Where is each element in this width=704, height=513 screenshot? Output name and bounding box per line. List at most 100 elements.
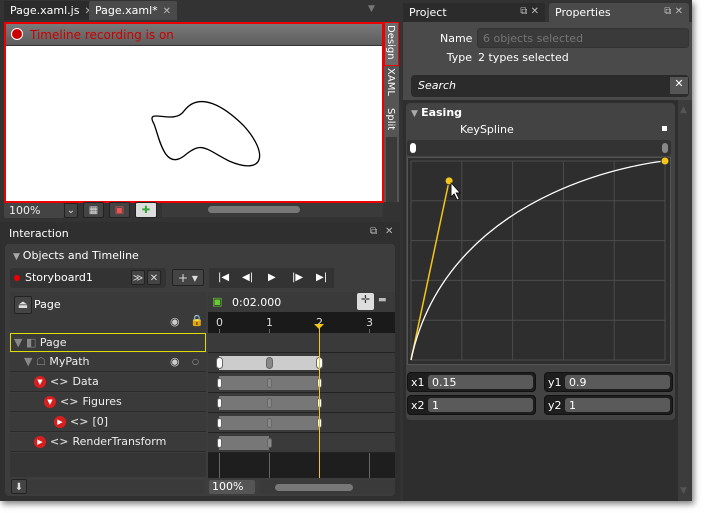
keyframe[interactable] [216, 438, 222, 448]
record-icon[interactable] [11, 28, 23, 40]
last-frame-icon[interactable]: ▶| [316, 268, 327, 288]
ruler-tick-label: 3 [366, 316, 373, 329]
timeline-scrollbar[interactable] [260, 480, 395, 494]
close-storyboard-icon[interactable]: ✕ [147, 270, 161, 285]
expand-icon[interactable]: ▼ [34, 376, 46, 388]
ruler-icon[interactable]: ▬ [378, 295, 387, 305]
section-title: Easing [421, 106, 463, 119]
keyframe[interactable] [265, 357, 273, 369]
keyframe[interactable] [216, 418, 222, 428]
field-value[interactable]: 1 [428, 398, 533, 412]
property-icon: <> [50, 375, 69, 388]
playhead-handle[interactable] [314, 324, 324, 334]
tab-page-xaml[interactable]: Page.xaml* ✕ [89, 1, 178, 20]
control-point-2[interactable] [660, 157, 670, 166]
keyframe[interactable] [266, 398, 272, 408]
close-icon[interactable]: ✕ [385, 226, 393, 237]
timeline-header: ▣ 0:02.000 ✛ ▬ [208, 292, 395, 312]
tree-scrollbar[interactable] [28, 480, 204, 494]
timeline-zoom-input[interactable]: 100% [209, 480, 255, 494]
scope-up-icon[interactable]: ⏏ [14, 296, 32, 314]
time-display[interactable]: 0:02.000 [232, 296, 281, 309]
tree-item-figure-0[interactable]: ▶ <> [0] [10, 413, 206, 432]
blend-window: Page.xaml.js✕ Page.xaml*✕ ▼ Timeline rec… [0, 0, 692, 501]
tab-xaml[interactable]: XAML [385, 68, 396, 96]
search-input[interactable]: Search ✕ [411, 75, 689, 97]
property-icon: <> [70, 415, 89, 428]
popout-close-icons[interactable]: ⧉ ✕ [664, 6, 683, 17]
name-input[interactable] [477, 28, 689, 48]
lock-toggle-icon[interactable]: ○ [192, 353, 199, 371]
type-label: Type [446, 51, 472, 64]
popout-close-icons[interactable]: ⧉ ✕ [520, 6, 539, 17]
timeline[interactable]: ▣ 0:02.000 ✛ ▬ 0123 [208, 292, 395, 478]
tree-item-figures[interactable]: ▼ <> Figures [10, 393, 206, 412]
field-x2[interactable]: x2 1 [407, 395, 536, 415]
eye-icon[interactable]: ◉ [170, 315, 180, 328]
recording-text: Timeline recording is on [30, 28, 174, 42]
tree-item-page[interactable]: ▼ ◧ Page [10, 333, 206, 352]
field-y1[interactable]: y1 0.9 [544, 372, 673, 392]
field-value[interactable]: 1 [565, 398, 670, 412]
keyframe[interactable] [216, 378, 222, 388]
field-value[interactable]: 0.15 [428, 375, 533, 389]
play-icon[interactable]: ▶ [268, 268, 276, 288]
field-x1[interactable]: x1 0.15 [407, 372, 536, 392]
advanced-options-icon[interactable] [662, 126, 667, 131]
zoom-input[interactable]: 100% [4, 203, 64, 218]
vertical-scrollbar[interactable] [386, 137, 397, 202]
grid-icon[interactable]: ▦ [83, 202, 104, 218]
keyframe[interactable] [266, 418, 272, 428]
tab-project[interactable]: Project ⧉ ✕ [403, 3, 545, 22]
property-icon: <> [50, 435, 69, 448]
clear-search-icon[interactable]: ✕ [670, 77, 688, 94]
keyframe[interactable] [266, 378, 272, 388]
snap-icon[interactable]: ▣ [109, 202, 130, 218]
name-label: Name [440, 32, 473, 45]
tab-split[interactable]: Split [385, 108, 396, 130]
zoom-dropdown-button[interactable]: ⌄ [64, 203, 78, 218]
expand-icon[interactable]: ▶ [54, 416, 66, 428]
section-title: Objects and Timeline [22, 249, 139, 262]
first-frame-icon[interactable]: |◀ [218, 268, 229, 288]
popout-icon[interactable]: ⧉ [370, 226, 377, 237]
tree-item-rendertransform[interactable]: ▶ <> RenderTransform [10, 433, 206, 452]
properties-scrollbar[interactable]: ▲ ▼ [678, 100, 692, 501]
keyframe[interactable] [215, 357, 223, 369]
expand-icon[interactable]: ▼ [44, 396, 56, 408]
section-header[interactable]: ▼ Objects and Timeline [13, 249, 139, 262]
scope-down-icon[interactable]: ⬇ [11, 479, 27, 494]
easing-header[interactable]: ▼ Easing [411, 106, 462, 119]
keyspline-editor[interactable] [407, 157, 671, 365]
horizontal-scrollbar[interactable] [162, 203, 383, 217]
scope-name: Page [34, 298, 61, 311]
keyframe[interactable] [266, 438, 272, 448]
expand-icon[interactable]: ▶ [34, 436, 46, 448]
tab-properties[interactable]: Properties ⧉ ✕ [549, 3, 689, 22]
playhead[interactable] [319, 324, 320, 478]
artboard[interactable]: Timeline recording is on [4, 22, 384, 203]
mypath-shape[interactable] [6, 46, 382, 201]
record-keyframe-icon[interactable]: ▣ [212, 295, 222, 308]
effects-toggle-icon[interactable]: ✚ [135, 202, 157, 218]
animation-span[interactable] [219, 436, 269, 450]
close-icon[interactable]: ✕ [163, 6, 171, 17]
keyspline-slider[interactable] [407, 140, 671, 156]
next-frame-icon[interactable]: |▶ [292, 268, 303, 288]
field-y2[interactable]: y2 1 [544, 395, 673, 415]
tab-design[interactable]: Design [384, 22, 399, 66]
field-value[interactable]: 0.9 [565, 375, 670, 389]
eye-icon[interactable]: ◉ [170, 353, 180, 371]
previous-frame-icon[interactable]: ◀| [242, 268, 253, 288]
tab-page-xaml-js[interactable]: Page.xaml.js✕ [4, 1, 99, 20]
playback-controls: |◀ ◀| ▶ |▶ ▶| [209, 268, 334, 288]
dropdown-arrow-icon[interactable]: ▼ [368, 4, 375, 14]
new-storyboard-button[interactable]: + ▾ [172, 269, 204, 286]
storyboard-options-icon[interactable]: ≫ [131, 270, 145, 285]
lock-icon[interactable]: 🔒 [190, 314, 204, 327]
tree-item-mypath[interactable]: ▼ ☖ MyPath ◉ ○ [10, 353, 206, 372]
keyframe[interactable] [216, 398, 222, 408]
tree-item-label: [0] [92, 415, 109, 428]
tree-item-data[interactable]: ▼ <> Data [10, 373, 206, 392]
snap-timeline-icon[interactable]: ✛ [357, 293, 374, 310]
